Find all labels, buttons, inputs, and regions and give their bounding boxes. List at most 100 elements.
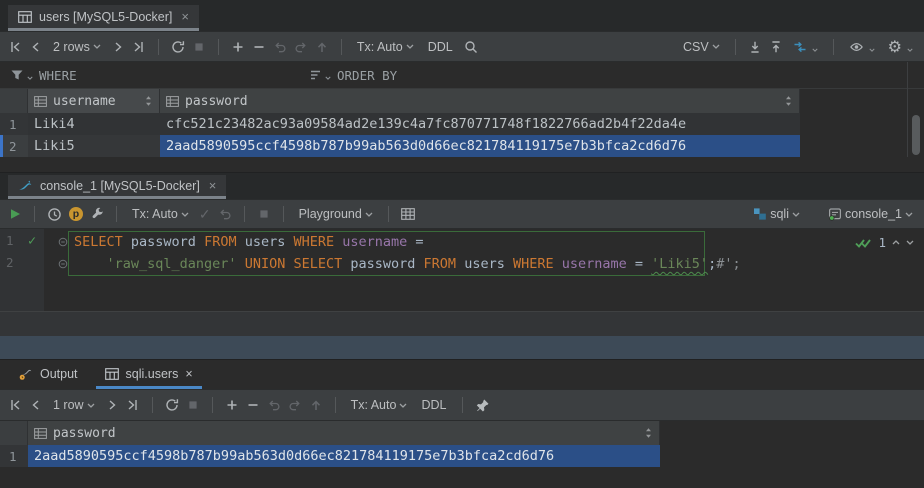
refresh-icon[interactable] [165, 398, 179, 412]
column-header-username[interactable]: username [28, 89, 160, 113]
tab-output[interactable]: Output [9, 362, 87, 389]
kebab-icon[interactable] [906, 179, 918, 193]
order-by-placeholder: ORDER BY [337, 68, 397, 83]
row-number-header [0, 89, 28, 113]
cell-password[interactable]: cfc521c23482ac93a09584ad2e139c4a7fc87077… [160, 113, 800, 135]
ddl-button[interactable]: DDL [424, 40, 457, 54]
column-icon [34, 96, 47, 107]
where-filter-input[interactable]: WHERE [10, 68, 77, 83]
history-icon[interactable] [47, 207, 62, 222]
cell-username[interactable]: Liki5 [28, 135, 160, 157]
close-icon[interactable]: × [181, 9, 189, 24]
grid-filter-row: WHERE ORDER BY [0, 62, 924, 89]
import-data-icon[interactable] [769, 40, 783, 54]
top-grid-area: WHERE ORDER BY username password [0, 62, 924, 157]
splitter-bar[interactable] [0, 336, 924, 359]
play-icon[interactable] [8, 207, 22, 221]
revert-icon[interactable] [273, 40, 287, 54]
table-icon [105, 368, 119, 380]
refresh-icon[interactable] [171, 40, 185, 54]
row-number[interactable]: 1 [0, 113, 28, 135]
tab-title: console_1 [MySQL5-Docker] [40, 179, 200, 193]
revert-icon[interactable] [267, 398, 281, 412]
export-format-dropdown[interactable]: CSV [680, 38, 723, 56]
settings-button[interactable]: ⚙ [885, 38, 916, 56]
cell-password-selected[interactable]: 2aad5890595ccf4598b787b99ab563d0d66ec821… [160, 135, 800, 157]
sort-icon[interactable] [644, 426, 653, 440]
eye-icon [849, 40, 864, 54]
previous-page-icon[interactable] [29, 398, 43, 412]
redo-icon[interactable] [288, 398, 302, 412]
add-row-icon[interactable] [231, 40, 245, 54]
next-page-icon[interactable] [105, 398, 119, 412]
scrollbar-track[interactable] [907, 62, 924, 157]
first-page-icon[interactable] [8, 40, 22, 54]
grid-header-row: password [0, 421, 924, 445]
parameters-icon[interactable]: p [69, 207, 83, 221]
chevron-down-icon [869, 48, 875, 52]
tab-users-grid[interactable]: users [MySQL5-Docker] × [8, 5, 199, 31]
rollback-icon[interactable] [218, 207, 232, 221]
stop-icon[interactable] [257, 207, 271, 221]
tx-mode-dropdown[interactable]: Tx: Auto [129, 205, 192, 223]
chevron-down-icon [712, 44, 720, 49]
stop-icon[interactable] [192, 40, 206, 54]
schema-dropdown[interactable]: sqli [750, 205, 803, 223]
code-line[interactable]: SELECT password FROM users WHERE usernam… [74, 231, 424, 253]
close-icon[interactable]: × [185, 367, 192, 381]
fold-icon[interactable] [58, 259, 68, 269]
cell-password-selected[interactable]: 2aad5890595ccf4598b787b99ab563d0d66ec821… [28, 445, 660, 467]
output-mode-icon[interactable] [401, 208, 415, 220]
row-number[interactable]: 2 [0, 135, 28, 157]
order-by-icon [310, 69, 322, 81]
scrollbar-thumb[interactable] [912, 115, 920, 155]
page-size-dropdown[interactable]: 1 row [50, 396, 98, 414]
cell-username[interactable]: Liki4 [28, 113, 160, 135]
tx-mode-dropdown[interactable]: Tx: Auto [348, 396, 411, 414]
upload-changes-icon[interactable] [315, 40, 329, 54]
compare-icon[interactable] [790, 38, 821, 56]
last-page-icon[interactable] [126, 398, 140, 412]
first-page-icon[interactable] [8, 398, 22, 412]
pin-icon[interactable] [475, 398, 490, 413]
settings-wrench-icon[interactable] [90, 207, 104, 221]
column-icon [166, 96, 179, 107]
view-options-button[interactable] [846, 38, 878, 56]
tx-mode-dropdown[interactable]: Tx: Auto [354, 38, 417, 56]
delete-row-icon[interactable] [246, 398, 260, 412]
page-size-dropdown[interactable]: 2 rows [50, 38, 104, 56]
ddl-button[interactable]: DDL [417, 398, 450, 412]
code-line[interactable]: 'raw_sql_danger' UNION SELECT password F… [74, 253, 741, 275]
chevron-down-icon [325, 76, 331, 80]
tab-console[interactable]: console_1 [MySQL5-Docker] × [8, 175, 226, 199]
upload-changes-icon[interactable] [309, 398, 323, 412]
column-header-password[interactable]: password [160, 89, 800, 113]
row-number-header [0, 421, 28, 445]
chevron-down-icon [406, 44, 414, 49]
last-page-icon[interactable] [132, 40, 146, 54]
commit-icon[interactable]: ✓ [199, 206, 211, 223]
tab-result-grid[interactable]: sqli.users × [96, 362, 202, 389]
order-by-input[interactable]: ORDER BY [310, 68, 397, 83]
next-page-icon[interactable] [111, 40, 125, 54]
session-dropdown[interactable]: console_1 [825, 205, 916, 223]
add-row-icon[interactable] [225, 398, 239, 412]
kebab-icon[interactable] [906, 9, 918, 23]
redo-icon[interactable] [294, 40, 308, 54]
close-icon[interactable]: × [209, 178, 217, 193]
search-icon[interactable] [464, 40, 478, 54]
mysql-icon [18, 179, 33, 192]
previous-page-icon[interactable] [29, 40, 43, 54]
delete-row-icon[interactable] [252, 40, 266, 54]
column-header-password[interactable]: password [28, 421, 660, 445]
playground-dropdown[interactable]: Playground [296, 205, 376, 223]
stop-icon[interactable] [186, 398, 200, 412]
sort-icon[interactable] [784, 94, 793, 108]
sql-editor[interactable]: 1 2 ✓ SELECT password FROM users WHERE u… [0, 229, 924, 311]
chevron-down-icon[interactable] [906, 240, 914, 245]
chevron-up-icon[interactable] [892, 240, 900, 245]
sort-icon[interactable] [144, 94, 153, 108]
row-number[interactable]: 1 [0, 445, 28, 467]
fold-icon[interactable] [58, 237, 68, 247]
export-data-icon[interactable] [748, 40, 762, 54]
